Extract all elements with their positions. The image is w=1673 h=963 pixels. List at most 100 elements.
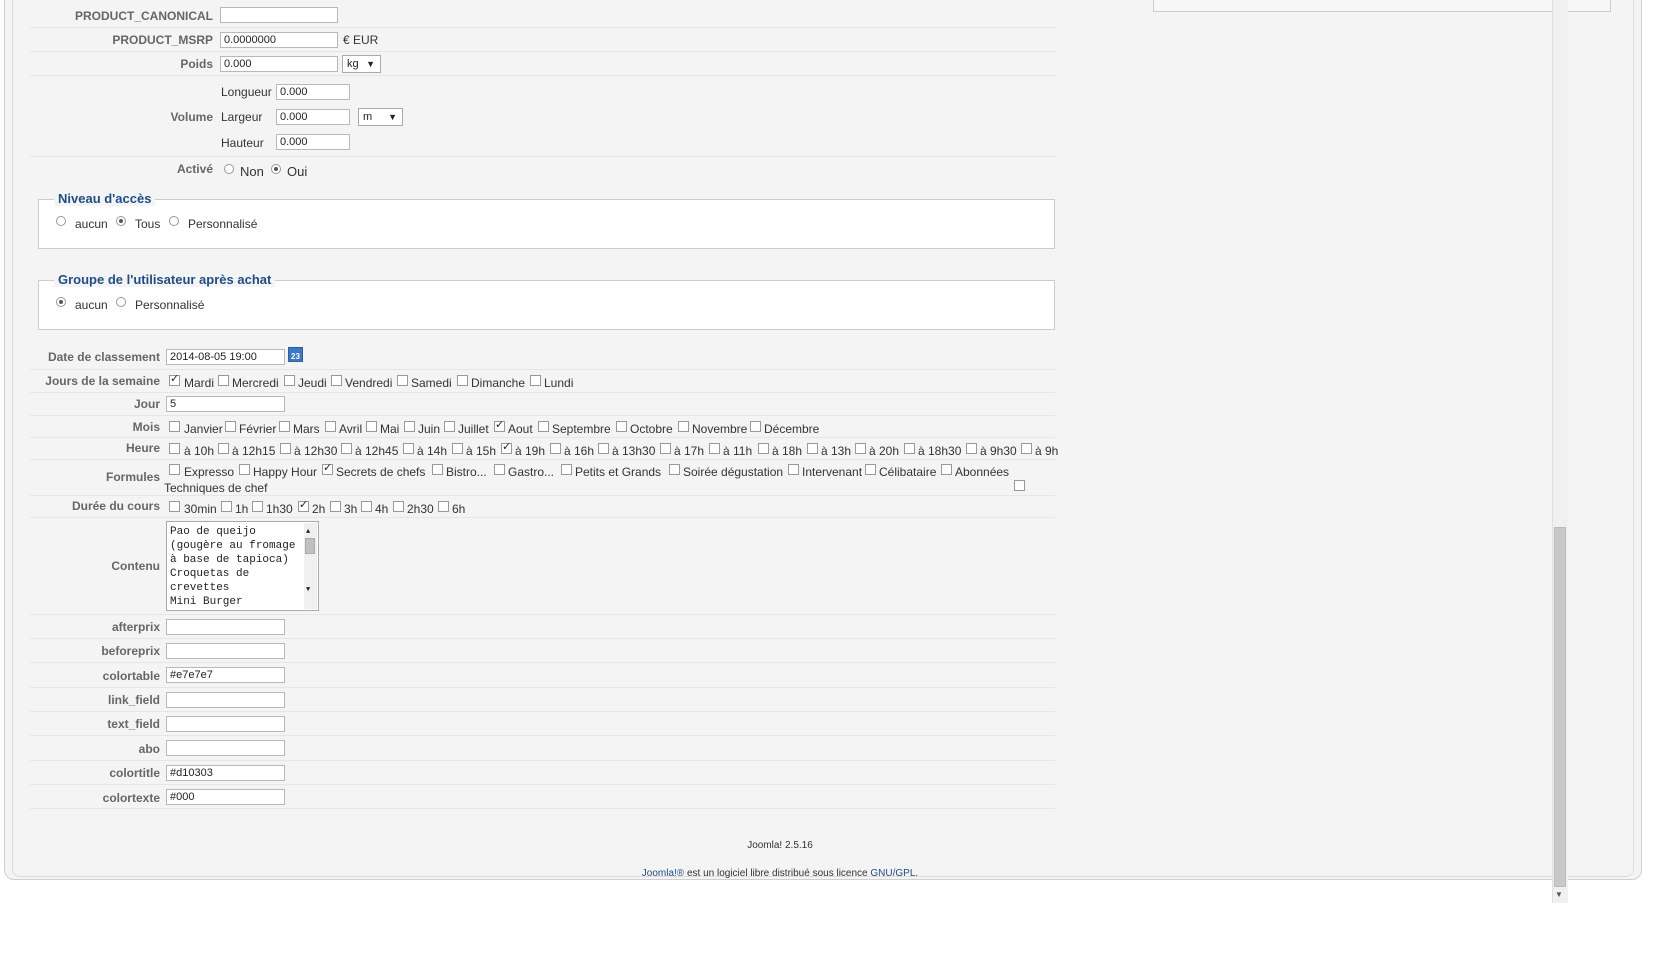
scroll-thumb[interactable] xyxy=(305,538,315,554)
hours-checkbox[interactable] xyxy=(1021,443,1032,454)
hours-checkbox[interactable] xyxy=(709,443,720,454)
weekdays-checkbox[interactable] xyxy=(169,372,180,386)
formulas-checkbox[interactable] xyxy=(788,464,799,475)
hours-checkbox[interactable] xyxy=(280,443,291,454)
abo-input[interactable] xyxy=(166,740,285,756)
height-input[interactable]: 0.000 xyxy=(276,134,350,150)
months-option-label: Novembre xyxy=(692,422,748,436)
weekdays-checkbox[interactable] xyxy=(397,375,408,386)
row-divider xyxy=(30,711,1055,712)
durations-checkbox[interactable] xyxy=(298,498,309,512)
months-label: Mois xyxy=(132,420,160,434)
formulas-checkbox[interactable] xyxy=(1014,480,1025,491)
hours-option-label: à 20h xyxy=(869,444,900,458)
hours-checkbox[interactable] xyxy=(403,443,414,454)
months-checkbox[interactable] xyxy=(279,421,290,432)
date-input[interactable]: 2014-08-05 19:00 xyxy=(166,349,285,365)
weekdays-checkbox[interactable] xyxy=(218,375,229,386)
hours-checkbox[interactable] xyxy=(758,443,769,454)
hours-checkbox[interactable] xyxy=(501,440,512,454)
hours-checkbox[interactable] xyxy=(966,443,977,454)
page-scroll-thumb[interactable] xyxy=(1554,527,1566,887)
formulas-checkbox[interactable] xyxy=(494,464,505,475)
active-radio-non[interactable] xyxy=(224,164,234,174)
textarea-scrollbar[interactable]: ▲ ▼ xyxy=(304,523,317,609)
hours-checkbox[interactable] xyxy=(341,443,352,454)
formulas-checkbox[interactable] xyxy=(432,464,443,475)
gpl-link[interactable]: GNU/GPL xyxy=(870,868,915,879)
group-radio-personnalise[interactable] xyxy=(116,297,126,307)
formulas-checkbox[interactable] xyxy=(941,464,952,475)
footer-period: . xyxy=(915,868,919,879)
colortexte-input[interactable]: #000 xyxy=(166,789,285,805)
formulas-checkbox[interactable] xyxy=(669,464,680,475)
row-divider xyxy=(30,459,1055,460)
joomla-link[interactable]: Joomla!® xyxy=(642,868,684,879)
durations-checkbox[interactable] xyxy=(252,501,263,512)
access-radio-aucun[interactable] xyxy=(56,216,66,226)
months-checkbox[interactable] xyxy=(678,421,689,432)
colortitle-input[interactable]: #d10303 xyxy=(166,765,285,781)
hours-checkbox[interactable] xyxy=(598,443,609,454)
scroll-down-icon[interactable]: ▼ xyxy=(1555,890,1563,899)
access-radio-personnalise[interactable] xyxy=(169,216,179,226)
volume-unit-select[interactable]: m ▼ xyxy=(358,108,403,126)
content-textarea[interactable]: Pao de queijo (gougère au fromage à base… xyxy=(166,521,319,611)
scroll-up-icon[interactable]: ▲ xyxy=(306,525,310,539)
durations-checkbox[interactable] xyxy=(393,501,404,512)
hours-checkbox[interactable] xyxy=(550,443,561,454)
hours-option-label: à 15h xyxy=(466,444,497,458)
formulas-checkbox[interactable] xyxy=(865,464,876,475)
months-checkbox[interactable] xyxy=(325,421,336,432)
formulas-checkbox[interactable] xyxy=(239,464,250,475)
hours-checkbox[interactable] xyxy=(218,443,229,454)
canonical-input[interactable] xyxy=(220,7,338,23)
months-option-label: Aout xyxy=(508,422,533,436)
months-checkbox[interactable] xyxy=(225,421,236,432)
months-checkbox[interactable] xyxy=(444,421,455,432)
months-checkbox[interactable] xyxy=(494,418,505,432)
hours-checkbox[interactable] xyxy=(855,443,866,454)
durations-checkbox[interactable] xyxy=(169,501,180,512)
weight-unit-select[interactable]: kg ▼ xyxy=(342,55,381,73)
weekdays-checkbox[interactable] xyxy=(530,375,541,386)
length-input[interactable]: 0.000 xyxy=(276,84,350,100)
durations-checkbox[interactable] xyxy=(221,501,232,512)
calendar-icon[interactable]: 23 xyxy=(288,347,303,362)
durations-checkbox[interactable] xyxy=(438,501,449,512)
hours-checkbox[interactable] xyxy=(660,443,671,454)
hours-checkbox[interactable] xyxy=(807,443,818,454)
active-radio-oui[interactable] xyxy=(271,164,281,174)
beforeprix-input[interactable] xyxy=(166,643,285,659)
group-radio-aucun[interactable] xyxy=(56,297,66,307)
hours-checkbox[interactable] xyxy=(169,443,180,454)
durations-checkbox[interactable] xyxy=(361,501,372,512)
months-checkbox[interactable] xyxy=(750,421,761,432)
link-field-input[interactable] xyxy=(166,692,285,708)
formulas-checkbox[interactable] xyxy=(169,464,180,475)
formulas-option-label: Happy Hour xyxy=(253,465,318,479)
row-divider xyxy=(30,517,1055,518)
scroll-down-icon[interactable]: ▼ xyxy=(306,583,310,597)
months-checkbox[interactable] xyxy=(616,421,627,432)
weekdays-checkbox[interactable] xyxy=(331,375,342,386)
weight-input[interactable]: 0.000 xyxy=(220,56,338,72)
formulas-checkbox[interactable] xyxy=(561,464,572,475)
weekdays-checkbox[interactable] xyxy=(457,375,468,386)
afterprix-input[interactable] xyxy=(166,619,285,635)
text-field-input[interactable] xyxy=(166,716,285,732)
hours-checkbox[interactable] xyxy=(904,443,915,454)
access-radio-tous[interactable] xyxy=(116,216,126,226)
msrp-input[interactable]: 0.0000000 xyxy=(220,32,338,48)
formulas-checkbox[interactable] xyxy=(322,461,333,475)
width-input[interactable]: 0.000 xyxy=(276,109,350,125)
months-checkbox[interactable] xyxy=(404,421,415,432)
months-checkbox[interactable] xyxy=(366,421,377,432)
day-input[interactable]: 5 xyxy=(166,396,285,412)
months-checkbox[interactable] xyxy=(538,421,549,432)
months-checkbox[interactable] xyxy=(169,421,180,432)
weekdays-checkbox[interactable] xyxy=(284,375,295,386)
hours-checkbox[interactable] xyxy=(452,443,463,454)
colortable-input[interactable]: #e7e7e7 xyxy=(166,667,285,683)
durations-checkbox[interactable] xyxy=(330,501,341,512)
